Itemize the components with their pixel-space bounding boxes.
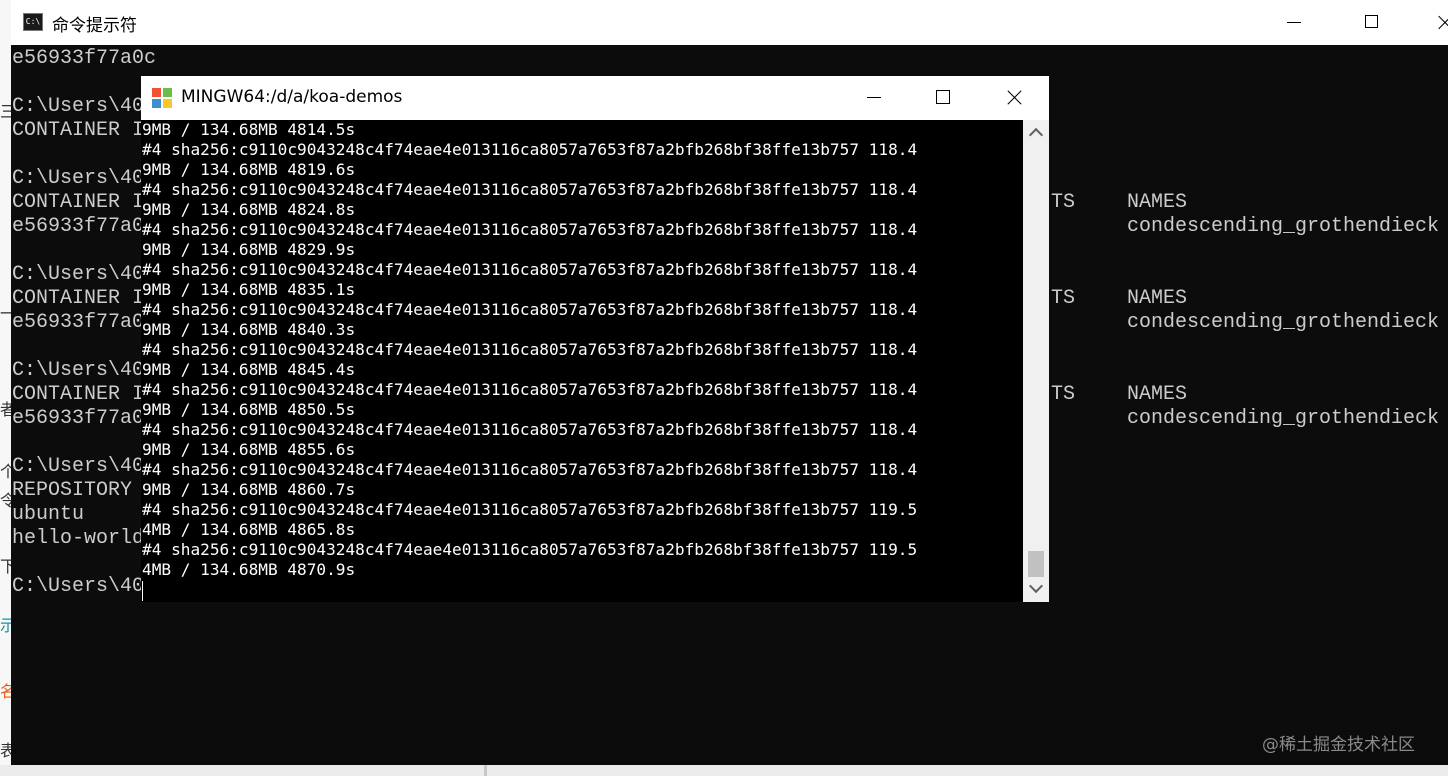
terminal-line: #4 sha256:c9110c9043248c4f74eae4e013116c… bbox=[142, 420, 918, 439]
mingw-window-title: MINGW64:/d/a/koa-demos bbox=[181, 87, 403, 107]
mingw-titlebar[interactable]: MINGW64:/d/a/koa-demos bbox=[141, 76, 1049, 120]
terminal-line: #4 sha256:c9110c9043248c4f74eae4e013116c… bbox=[142, 260, 918, 279]
close-button[interactable] bbox=[1421, 0, 1448, 45]
terminal-line: #4 sha256:c9110c9043248c4f74eae4e013116c… bbox=[142, 220, 918, 239]
cmd-line: ubuntu bbox=[12, 503, 85, 526]
cmd-line: e56933f77a0 bbox=[12, 407, 145, 430]
scroll-up-button[interactable] bbox=[1023, 120, 1049, 146]
cmd-line: condescending_grothendieck bbox=[1127, 311, 1440, 334]
text-cursor bbox=[142, 581, 143, 601]
cmd-line: condescending_grothendieck bbox=[1127, 407, 1440, 430]
cmd-line: CONTAINER I bbox=[12, 119, 145, 142]
terminal-line: 9MB / 134.68MB 4835.1s bbox=[142, 280, 356, 299]
cmd-icon: C:\ bbox=[23, 13, 43, 31]
scrollbar-thumb[interactable] bbox=[1028, 551, 1044, 577]
cmd-line: e56933f77a0c bbox=[12, 47, 157, 70]
terminal-line: 9MB / 134.68MB 4855.6s bbox=[142, 440, 356, 459]
terminal-line: #4 sha256:c9110c9043248c4f74eae4e013116c… bbox=[142, 300, 918, 319]
background-divider bbox=[484, 765, 487, 776]
cmd-line: hello-world bbox=[12, 527, 145, 550]
vertical-scrollbar[interactable] bbox=[1023, 120, 1049, 602]
maximize-button[interactable] bbox=[919, 76, 965, 120]
terminal-line: 4MB / 134.68MB 4865.8s bbox=[142, 520, 356, 539]
cmd-line: CONTAINER I bbox=[12, 287, 145, 310]
cmd-line: CONTAINER I bbox=[12, 191, 145, 214]
terminal-line: #4 sha256:c9110c9043248c4f74eae4e013116c… bbox=[142, 180, 918, 199]
cmd-line: C:\Users\40 bbox=[12, 359, 145, 382]
cmd-line: CONTAINER I bbox=[12, 383, 145, 406]
terminal-line: #4 sha256:c9110c9043248c4f74eae4e013116c… bbox=[142, 540, 918, 559]
terminal-line: #4 sha256:c9110c9043248c4f74eae4e013116c… bbox=[142, 140, 918, 159]
cmd-line: NAMES bbox=[1127, 191, 1188, 214]
maximize-button[interactable] bbox=[1347, 0, 1393, 45]
terminal-output[interactable]: 9MB / 134.68MB 4814.5s #4 sha256:c9110c9… bbox=[141, 120, 1022, 602]
git-icon bbox=[152, 88, 172, 108]
terminal-line: 9MB / 134.68MB 4850.5s bbox=[142, 400, 356, 419]
cmd-line: condescending_grothendieck bbox=[1127, 215, 1440, 238]
cmd-line: TS bbox=[1051, 383, 1076, 406]
terminal-line: #4 sha256:c9110c9043248c4f74eae4e013116c… bbox=[142, 380, 918, 399]
terminal-line: 9MB / 134.68MB 4814.5s bbox=[142, 120, 356, 139]
cmd-titlebar[interactable]: C:\ 命令提示符 bbox=[11, 0, 1448, 45]
terminal-line: 9MB / 134.68MB 4819.6s bbox=[142, 160, 356, 179]
terminal-line: 9MB / 134.68MB 4845.4s bbox=[142, 360, 356, 379]
minimize-button[interactable] bbox=[1270, 0, 1316, 45]
cmd-line: NAMES bbox=[1127, 383, 1188, 406]
close-button[interactable] bbox=[991, 76, 1037, 120]
background-bottom-strip bbox=[0, 765, 1448, 776]
mingw-window[interactable]: MINGW64:/d/a/koa-demos 9MB / 134.68MB 48… bbox=[141, 76, 1049, 602]
cmd-line: C:\Users\40 bbox=[12, 263, 145, 286]
terminal-line: #4 sha256:c9110c9043248c4f74eae4e013116c… bbox=[142, 340, 918, 359]
cmd-line: e56933f77a0 bbox=[12, 311, 145, 334]
scroll-down-button[interactable] bbox=[1023, 576, 1049, 602]
cmd-line: C:\Users\40 bbox=[12, 167, 145, 190]
terminal-line: #4 sha256:c9110c9043248c4f74eae4e013116c… bbox=[142, 460, 918, 479]
cmd-line: TS bbox=[1051, 191, 1076, 214]
cmd-line: C:\Users\40 bbox=[12, 95, 145, 118]
cmd-line: TS bbox=[1051, 287, 1076, 310]
terminal-line: 9MB / 134.68MB 4824.8s bbox=[142, 200, 356, 219]
cmd-line: REPOSITORY bbox=[12, 479, 133, 502]
cmd-line: C:\Users\40 bbox=[12, 455, 145, 478]
watermark: @稀土掘金技术社区 bbox=[1262, 735, 1415, 755]
terminal-line: 4MB / 134.68MB 4870.9s bbox=[142, 560, 356, 579]
terminal-line: 9MB / 134.68MB 4860.7s bbox=[142, 480, 356, 499]
terminal-line: #4 sha256:c9110c9043248c4f74eae4e013116c… bbox=[142, 500, 918, 519]
minimize-button[interactable] bbox=[851, 76, 897, 120]
cmd-window-title: 命令提示符 bbox=[52, 16, 137, 36]
cmd-line: NAMES bbox=[1127, 287, 1188, 310]
terminal-line: 9MB / 134.68MB 4840.3s bbox=[142, 320, 356, 339]
cmd-line: e56933f77a0 bbox=[12, 215, 145, 238]
terminal-line: 9MB / 134.68MB 4829.9s bbox=[142, 240, 356, 259]
cmd-line: C:\Users\40 bbox=[12, 575, 145, 598]
